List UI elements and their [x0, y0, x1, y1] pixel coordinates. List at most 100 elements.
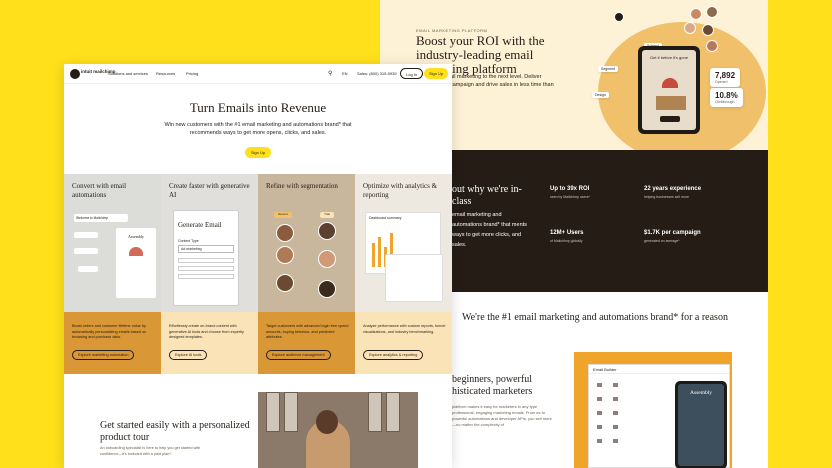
feature-title: Create faster with generative AI — [169, 182, 250, 199]
ai-card-label: Content Type — [178, 239, 199, 243]
stat-value: 7,892 — [715, 71, 736, 80]
builder-phone-title: Assembly — [690, 390, 712, 396]
avatar — [276, 246, 294, 264]
tour-photo — [258, 392, 418, 468]
explore-analytics-button[interactable]: Explore analytics & reporting — [363, 350, 424, 360]
nav-item-resources[interactable]: Resources — [156, 71, 175, 76]
avatar — [318, 250, 336, 268]
tool-icon — [597, 425, 602, 429]
login-button[interactable]: Log In — [400, 68, 424, 79]
sales-phone[interactable]: Sales: (800) 315-5939 — [357, 71, 397, 76]
stat-value: 22 years experience — [644, 186, 702, 192]
reason-heading: We're the #1 email marketing and automat… — [462, 312, 728, 323]
avatar — [318, 222, 336, 240]
ai-card-title: Generate Email — [178, 221, 222, 229]
tool-icon — [597, 439, 602, 443]
workflow-step — [78, 266, 98, 272]
feature-column-segmentation: Refine with segmentation Recent Trial Ta… — [258, 174, 355, 374]
back-subtext: ail marketing to the next level. Deliver… — [450, 74, 554, 88]
feature-description: Analyze performance with custom reports,… — [363, 324, 446, 334]
stat-label: seen by Mailchimp users* — [550, 195, 590, 199]
window-image — [386, 392, 400, 432]
workflow-step — [74, 232, 98, 238]
feature-title: Convert with email automations — [72, 182, 127, 199]
explore-automation-button[interactable]: Explore marketing automation — [72, 350, 135, 360]
mailchimp-logo-icon[interactable] — [70, 69, 80, 79]
person-head-image — [316, 410, 338, 434]
top-nav: intuit mailchimp Solutions and services … — [64, 64, 452, 84]
phone-button — [660, 116, 680, 122]
search-icon[interactable]: ⚲ — [328, 70, 332, 77]
stat-card-opened: 7,892 Opened — [710, 68, 741, 87]
signup-button[interactable]: Sign Up — [424, 68, 449, 79]
avatar — [318, 280, 336, 298]
hero-signup-button[interactable]: Sign Up — [244, 147, 272, 158]
ai-input[interactable] — [178, 258, 234, 263]
tool-icon — [597, 383, 602, 387]
tool-icon — [613, 439, 618, 443]
beginners-subtext: platform makes it easy for marketers in … — [452, 404, 552, 427]
feature-description: Boost orders and customer lifetime value… — [72, 324, 147, 339]
why-subtext: email marketing and automations brand* t… — [452, 212, 527, 248]
window-image — [266, 392, 280, 432]
email-builder-mockup: Email Builder Assembly — [588, 364, 730, 468]
feature-desc-bg — [64, 312, 161, 374]
stat-item: 12M+ Users of Mailchimp globally — [550, 230, 640, 243]
stat-label: generated on average* — [644, 239, 680, 243]
tool-icon — [597, 411, 602, 415]
why-heading: out why we're in-class — [452, 184, 522, 207]
stat-item: $1.7K per campaign generated on average* — [644, 230, 734, 243]
tour-subtext: An onboarding specialist is here to help… — [100, 446, 201, 456]
feature-description: Target customers with advanced login fre… — [266, 324, 349, 339]
feature-description: Effortlessly create on-brand content wit… — [169, 324, 244, 339]
avatar — [706, 6, 718, 18]
stat-value: $1.7K per campaign — [644, 230, 701, 236]
explore-audience-button[interactable]: Explore audience management — [266, 350, 331, 360]
feature-column-automations: Convert with email automations Welcome t… — [64, 174, 161, 374]
builder-phone: Assembly — [675, 381, 727, 468]
ai-generate-card: Generate Email Content Type Ad marketing — [173, 210, 239, 306]
stat-label: helping businesses sell more — [644, 195, 689, 199]
analytics-card-title: Dashboard summary — [369, 216, 402, 220]
foreground-page: intuit mailchimp Solutions and services … — [64, 64, 452, 468]
tool-icon — [613, 383, 618, 387]
stat-label: Clickthrough — [715, 100, 735, 104]
feature-desc-bg — [355, 312, 452, 374]
stat-value: 10.8% — [715, 91, 738, 100]
phone-mockup: Get it before it's gone — [638, 46, 700, 134]
chart-bar — [372, 243, 375, 267]
window-image — [368, 392, 382, 432]
avatar — [276, 274, 294, 292]
ai-input[interactable] — [178, 274, 234, 279]
feature-desc-bg — [258, 312, 355, 374]
beginners-heading: beginners, powerful histicated marketers — [452, 374, 533, 397]
send-icon — [614, 12, 624, 22]
tour-section: Get started easily with a personalized p… — [64, 374, 452, 468]
nav-item-solutions[interactable]: Solutions and services — [108, 71, 148, 76]
avatar — [702, 24, 714, 36]
email-preview-card: Assembly — [116, 228, 156, 298]
stat-label: of Mailchimp globally — [550, 239, 583, 243]
language-selector[interactable]: EN — [342, 71, 348, 76]
stat-label: Opened — [715, 80, 728, 84]
explore-ai-button[interactable]: Explore AI tools — [169, 350, 208, 360]
hero-title: Turn Emails into Revenue — [189, 100, 327, 115]
segment-tag: Trial — [320, 212, 334, 218]
stat-value: 12M+ Users — [550, 230, 584, 236]
feature-title: Optimize with analytics & reporting — [363, 182, 438, 199]
avatar — [684, 22, 696, 34]
avatar — [706, 40, 718, 52]
tour-title: Get started easily with a personalized p… — [100, 420, 250, 443]
hero-section: Turn Emails into Revenue Win new custome… — [64, 84, 452, 174]
content-type-select[interactable]: Ad marketing — [178, 245, 234, 253]
tool-icon — [613, 411, 618, 415]
report-card — [385, 254, 443, 302]
lamp-image — [129, 247, 143, 256]
feature-column-ai: Create faster with generative AI Generat… — [161, 174, 258, 374]
ai-input[interactable] — [178, 266, 234, 271]
tool-icon — [597, 397, 602, 401]
nav-item-pricing[interactable]: Pricing — [186, 71, 198, 76]
builder-title: Email Builder — [589, 365, 729, 374]
avatar — [690, 8, 702, 20]
stat-card-clickthrough: 10.8% Clickthrough — [710, 88, 743, 107]
